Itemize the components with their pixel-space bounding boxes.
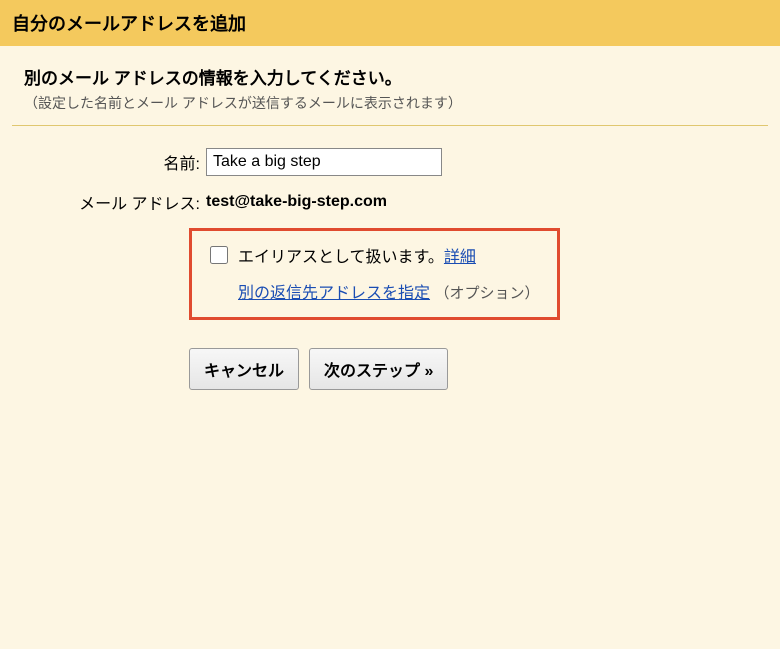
divider xyxy=(12,125,768,126)
email-row: メール アドレス: test@take-big-step.com xyxy=(24,190,768,214)
cancel-button[interactable]: キャンセル xyxy=(189,348,299,390)
name-input[interactable] xyxy=(206,148,442,176)
email-label: メール アドレス: xyxy=(24,190,206,214)
dialog-header: 自分のメールアドレスを追加 xyxy=(0,0,780,46)
alias-row: エイリアスとして扱います。 詳細 xyxy=(210,243,539,267)
alias-text: エイリアスとして扱います。 xyxy=(238,243,444,267)
alias-checkbox[interactable] xyxy=(210,246,228,264)
reply-to-row: 別の返信先アドレスを指定 （オプション） xyxy=(210,279,539,303)
button-row: キャンセル 次のステップ » xyxy=(189,348,768,390)
name-row: 名前: xyxy=(24,148,768,176)
alias-details-link[interactable]: 詳細 xyxy=(444,243,476,267)
dialog-content: 別のメール アドレスの情報を入力してください。 （設定した名前とメール アドレス… xyxy=(0,46,780,390)
name-label: 名前: xyxy=(24,150,206,174)
reply-to-option-text: （オプション） xyxy=(434,285,539,302)
section-subtitle: 別のメール アドレスの情報を入力してください。 xyxy=(12,64,768,89)
email-value: test@take-big-step.com xyxy=(206,193,387,211)
next-step-button[interactable]: 次のステップ » xyxy=(309,348,448,390)
dialog-title: 自分のメールアドレスを追加 xyxy=(12,10,768,36)
highlighted-options-box: エイリアスとして扱います。 詳細 別の返信先アドレスを指定 （オプション） xyxy=(189,228,560,320)
reply-to-link[interactable]: 別の返信先アドレスを指定 xyxy=(238,285,430,302)
section-note: （設定した名前とメール アドレスが送信するメールに表示されます） xyxy=(12,93,768,113)
form-area: 名前: メール アドレス: test@take-big-step.com エイリ… xyxy=(12,148,768,390)
